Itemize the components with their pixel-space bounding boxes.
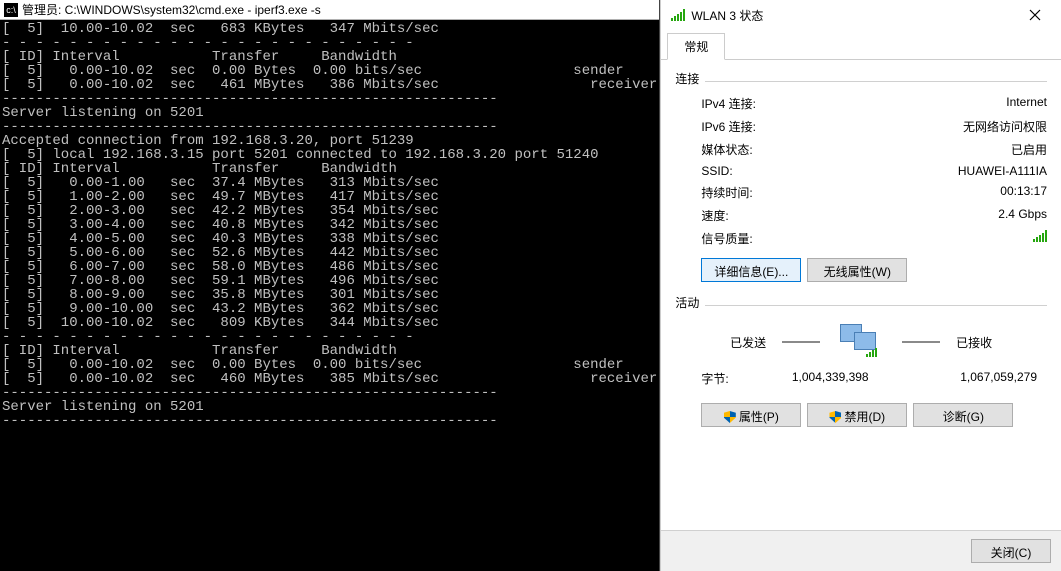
signal-quality-label: 信号质量: bbox=[701, 230, 752, 247]
conn-value: 00:13:17 bbox=[1000, 184, 1047, 201]
conn-row: 媒体状态: 已启用 bbox=[675, 138, 1047, 161]
conn-row: 速度: 2.4 Gbps bbox=[675, 204, 1047, 227]
wlan-status-dialog: WLAN 3 状态 常规 连接 IPv4 连接: Internet IPv6 连接:… bbox=[660, 0, 1061, 571]
conn-key: IPv6 连接: bbox=[701, 118, 756, 135]
properties-button[interactable]: 属性(P) bbox=[701, 403, 801, 427]
signal-icon bbox=[671, 9, 685, 21]
shield-icon bbox=[829, 411, 841, 423]
group-activity-title: 活动 bbox=[675, 294, 1047, 311]
close-dialog-button[interactable]: 关闭(C) bbox=[971, 539, 1051, 563]
dialog-title: WLAN 3 状态 bbox=[691, 7, 763, 24]
signal-quality-icon bbox=[1033, 230, 1047, 242]
terminal-output[interactable]: [ 5] 10.00-10.02 sec 683 KBytes 347 Mbit… bbox=[0, 20, 659, 571]
bytes-received-value: 1,067,059,279 bbox=[899, 370, 1037, 387]
close-icon bbox=[1029, 9, 1041, 21]
group-connection-title: 连接 bbox=[675, 70, 1047, 87]
conn-key: SSID: bbox=[701, 164, 732, 178]
cmd-icon: c:\ bbox=[4, 3, 18, 17]
conn-row: 持续时间: 00:13:17 bbox=[675, 181, 1047, 204]
terminal-window: c:\ 管理员: C:\WINDOWS\system32\cmd.exe - i… bbox=[0, 0, 660, 571]
activity-icon bbox=[836, 322, 886, 362]
conn-key: IPv4 连接: bbox=[701, 95, 756, 112]
dialog-footer: 关闭(C) bbox=[661, 530, 1061, 571]
conn-key: 媒体状态: bbox=[701, 141, 752, 158]
tab-strip: 常规 bbox=[661, 30, 1061, 60]
conn-value: Internet bbox=[1006, 95, 1047, 112]
conn-row: IPv4 连接: Internet bbox=[675, 92, 1047, 115]
conn-value: 已启用 bbox=[1011, 141, 1047, 158]
disable-button[interactable]: 禁用(D) bbox=[807, 403, 907, 427]
bytes-sent-value: 1,004,339,398 bbox=[761, 370, 899, 387]
conn-key: 持续时间: bbox=[701, 184, 752, 201]
group-activity: 活动 已发送 已接收 字节: 1,004,339,398 1, bbox=[675, 294, 1047, 431]
sent-label: 已发送 bbox=[730, 334, 766, 351]
tab-general[interactable]: 常规 bbox=[667, 33, 725, 60]
terminal-titlebar: c:\ 管理员: C:\WINDOWS\system32\cmd.exe - i… bbox=[0, 0, 659, 20]
bytes-label: 字节: bbox=[701, 370, 761, 387]
conn-row: IPv6 连接: 无网络访问权限 bbox=[675, 115, 1047, 138]
conn-value: HUAWEI-A111IA bbox=[958, 164, 1047, 178]
diagnose-button[interactable]: 诊断(G) bbox=[913, 403, 1013, 427]
conn-value: 无网络访问权限 bbox=[963, 118, 1047, 135]
wireless-properties-button[interactable]: 无线属性(W) bbox=[807, 258, 907, 282]
group-connection: 连接 IPv4 连接: Internet IPv6 连接: 无网络访问权限媒体状态: 已… bbox=[675, 70, 1047, 284]
conn-key: 速度: bbox=[701, 207, 728, 224]
conn-value: 2.4 Gbps bbox=[998, 207, 1047, 224]
shield-icon bbox=[724, 411, 736, 423]
details-button[interactable]: 详细信息(E)... bbox=[701, 258, 801, 282]
terminal-title: 管理员: C:\WINDOWS\system32\cmd.exe - iperf… bbox=[22, 1, 321, 18]
dialog-titlebar[interactable]: WLAN 3 状态 bbox=[661, 0, 1061, 30]
received-label: 已接收 bbox=[956, 334, 992, 351]
conn-row: SSID: HUAWEI-A111IA bbox=[675, 161, 1047, 181]
close-button[interactable] bbox=[1015, 0, 1055, 30]
